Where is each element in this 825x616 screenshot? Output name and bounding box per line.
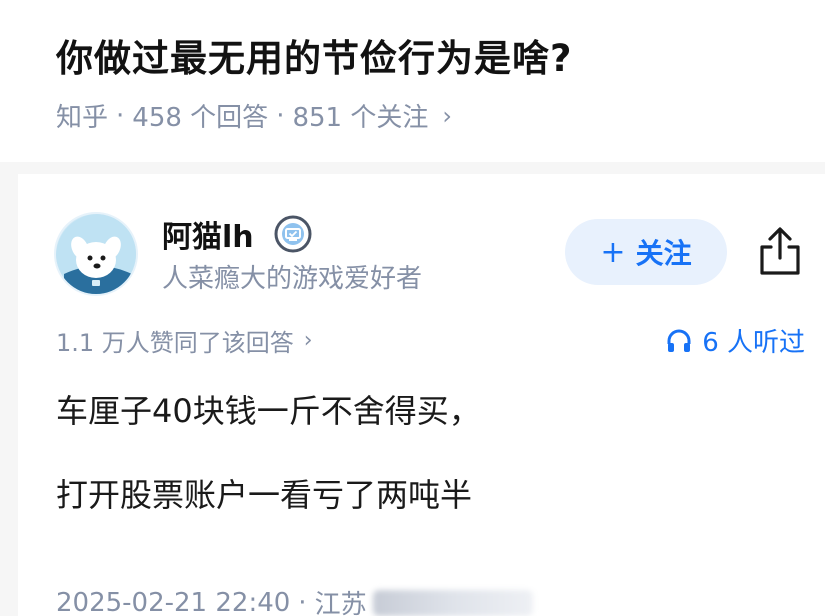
verified-badge-icon [274,215,312,253]
avatar[interactable] [54,212,138,296]
listen-count[interactable]: 6 人听过 [666,322,805,359]
author-bio: 人菜瘾大的游戏爱好者 [162,264,423,294]
answer-location: 江苏 [314,590,367,616]
share-icon[interactable] [756,226,804,278]
question-meta[interactable]: 知乎 · 458 个回答 · 851 个关注 › [56,97,452,134]
chevron-right-icon: › [442,101,452,130]
meta-separator: · [276,100,285,131]
answers-count: 458 个回答 [132,103,269,133]
follow-label: 关注 [635,237,692,270]
answer-paragraph: 车厘子40块钱一斤不舍得买， [56,392,481,430]
section-divider [0,162,825,174]
footer-separator: · [298,587,307,616]
votes-text: 1.1 万人赞同了该回答 [56,329,294,357]
listen-text: 6 人听过 [702,328,805,358]
answer-footer: 2025-02-21 22:40 · 江苏 [56,584,533,616]
plus-icon: + [600,234,626,270]
question-title[interactable]: 你做过最无用的节俭行为是啥? [56,28,572,82]
author-name[interactable]: 阿猫lh [162,212,254,256]
answer-content[interactable]: 车厘子40块钱一斤不舍得买， 打开股票账户一看亏了两吨半 [56,388,481,518]
dog-avatar-icon [56,214,136,294]
answer-paragraph: 打开股票账户一看亏了两吨半 [56,476,473,514]
answer-datetime: 2025-02-21 22:40 [56,587,291,616]
vote-summary[interactable]: 1.1 万人赞同了该回答 › [56,323,313,358]
followers-count: 851 个关注 [292,103,429,133]
author-row: 阿猫lh 人菜瘾大的游戏爱好者 + 关注 [0,174,825,304]
question-source: 知乎 [56,103,109,133]
question-header[interactable]: 你做过最无用的节俭行为是啥? 知乎 · 458 个回答 · 851 个关注 › [0,0,825,162]
chevron-right-icon: › [303,328,313,353]
watermark-blur [372,589,533,616]
meta-separator: · [116,100,125,131]
follow-button[interactable]: + 关注 [565,219,727,285]
headphones-icon [667,329,691,352]
